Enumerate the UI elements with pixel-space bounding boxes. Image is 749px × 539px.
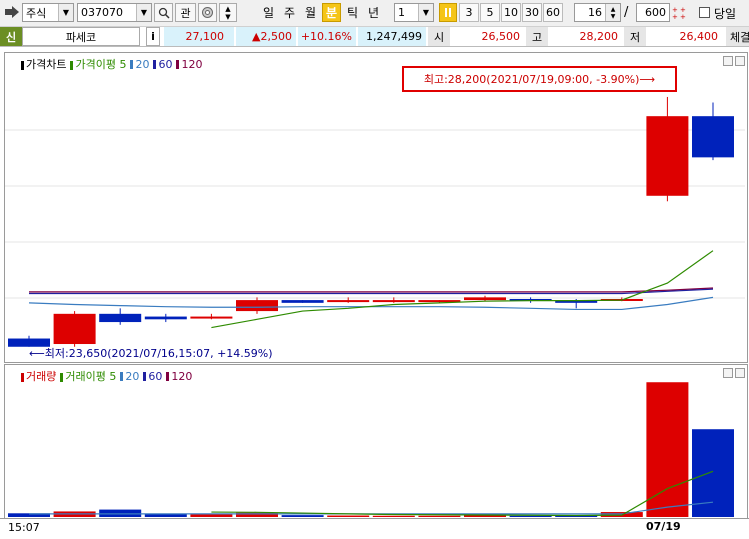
period-year[interactable]: 년 xyxy=(364,3,383,22)
current-price: 27,100 xyxy=(164,27,234,46)
volume-bar xyxy=(190,514,233,517)
sameday-label: 당일 xyxy=(714,7,737,21)
low-label: 저 xyxy=(624,27,646,46)
total-count-input[interactable]: 600 xyxy=(636,3,670,22)
volume-bar xyxy=(372,515,415,517)
ma120-line xyxy=(29,287,714,293)
open-price: 26,500 xyxy=(450,27,526,46)
chevron-down-icon[interactable]: ▼ xyxy=(58,4,73,21)
stock-code-value: 037070 xyxy=(81,6,123,19)
interval-value: 1 xyxy=(398,6,405,19)
minute-3-button[interactable]: 3 xyxy=(459,3,479,22)
volume-bar xyxy=(281,515,324,517)
period-minute[interactable]: 분 xyxy=(322,3,341,22)
low-price: 26,400 xyxy=(646,27,724,46)
trade-volume: 1,247,499 xyxy=(358,27,426,46)
chevron-down-icon[interactable]: ▼ xyxy=(136,4,151,21)
market-select-value: 주식 xyxy=(26,6,47,20)
candle-body xyxy=(646,116,689,196)
spin-icon[interactable]: ▲ ▼ xyxy=(605,4,620,21)
interval-select[interactable]: 1 ▼ xyxy=(394,3,434,22)
search-icon xyxy=(158,7,170,19)
change-rate: +10.16% xyxy=(298,27,356,46)
volume-chart xyxy=(8,382,734,517)
candle-body xyxy=(99,313,142,323)
stock-code-input[interactable]: 037070 ▼ xyxy=(77,3,152,22)
svg-text:+: + xyxy=(680,13,686,20)
info-icon[interactable]: i xyxy=(146,27,160,46)
slash-separator: / xyxy=(624,5,629,20)
time-label-start: 15:07 xyxy=(8,521,40,534)
quote-bar: 신 파세코 i 27,100 ▲2,500 +10.16% 1,247,499 … xyxy=(0,27,749,47)
toolbar: 주식 ▼ 037070 ▼ 관 ▲ ▼ 일 주 월 분 틱 년 1 ▼ 3 5 … xyxy=(0,0,749,27)
ma5-line xyxy=(211,250,714,329)
period-month[interactable]: 월 xyxy=(301,3,320,22)
market-select[interactable]: 주식 ▼ xyxy=(22,3,74,22)
candle-body xyxy=(190,316,233,319)
chevron-down-icon[interactable]: ▼ xyxy=(225,13,230,21)
low-annotation: ⟵최저:23,650(2021/07/16,15:07, +14.59%) xyxy=(29,347,273,360)
gear-icon xyxy=(202,7,213,18)
period-day[interactable]: 일 xyxy=(259,3,278,22)
volume-bar xyxy=(509,515,552,517)
sameday-checkbox[interactable] xyxy=(699,7,710,18)
candle-body xyxy=(281,300,324,303)
vol-ma5-line xyxy=(211,470,714,517)
settings-button[interactable] xyxy=(198,3,217,22)
minute-1-button[interactable] xyxy=(439,3,457,22)
candle-body xyxy=(327,300,370,303)
minute-60-button[interactable]: 60 xyxy=(543,3,563,22)
candle-body xyxy=(236,300,278,312)
volume-chart-panel[interactable]: 거래량 거래이평 5 20 60 120 xyxy=(4,364,748,520)
pause-icon xyxy=(445,8,451,17)
zoom-icon[interactable]: + + + + xyxy=(672,5,690,21)
market-tag: 신 xyxy=(0,27,22,46)
chevron-up-icon[interactable]: ▲ xyxy=(225,5,230,13)
minute-10-button[interactable]: 10 xyxy=(501,3,521,22)
stock-name[interactable]: 파세코 xyxy=(22,27,140,46)
count-stepper[interactable]: 16 ▲ ▼ xyxy=(574,3,621,22)
volume-bar xyxy=(327,515,370,517)
strength-label: 체결강 xyxy=(726,27,749,46)
price-change: ▲2,500 xyxy=(236,27,296,46)
chevron-down-icon[interactable]: ▼ xyxy=(418,4,433,21)
price-chart xyxy=(5,96,745,347)
candle-body xyxy=(144,316,187,320)
candle-body xyxy=(53,313,96,345)
updown-stepper[interactable]: ▲ ▼ xyxy=(219,3,237,22)
candle-body xyxy=(464,297,506,301)
high-annotation-box: 최고:28,200(2021/07/19,09:00, -3.90%)⟶ xyxy=(402,66,677,92)
candle-body xyxy=(372,300,415,303)
price-chart-panel[interactable]: 가격차트 가격이평 5 20 60 120 최고:28,200(2021/07/… xyxy=(4,52,748,363)
high-price: 28,200 xyxy=(548,27,624,46)
period-week[interactable]: 주 xyxy=(280,3,299,22)
candle-body xyxy=(692,116,734,158)
time-axis: 15:07 07/19 xyxy=(0,518,749,539)
svg-text:+: + xyxy=(672,13,678,20)
inquiry-button[interactable]: 관 xyxy=(175,3,196,22)
time-label-date: 07/19 xyxy=(646,520,681,533)
volume-bar xyxy=(418,515,461,517)
minute-5-button[interactable]: 5 xyxy=(480,3,500,22)
open-label: 시 xyxy=(428,27,450,46)
count-value: 16 xyxy=(588,6,602,19)
chart-link-icon[interactable] xyxy=(4,5,20,19)
period-tick[interactable]: 틱 xyxy=(343,3,362,22)
volume-bar xyxy=(99,509,142,517)
search-button[interactable] xyxy=(154,3,173,22)
high-annotation: 최고:28,200(2021/07/19,09:00, -3.90%)⟶ xyxy=(423,73,656,86)
total-count-value: 600 xyxy=(645,6,666,19)
high-label: 고 xyxy=(526,27,548,46)
minute-30-button[interactable]: 30 xyxy=(522,3,542,22)
